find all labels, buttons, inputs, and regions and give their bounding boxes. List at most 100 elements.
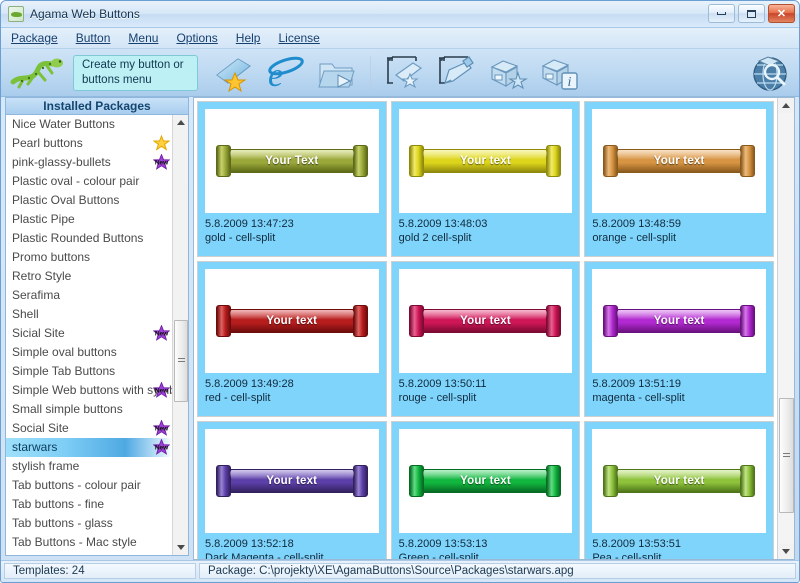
packages-sidebar: Installed Packages Nice Water Buttons Pea… bbox=[1, 97, 193, 560]
sidebar-item-starwars[interactable]: starwars New bbox=[6, 438, 172, 457]
ribbon-button-graphic: Your text bbox=[603, 145, 756, 177]
package-info-icon[interactable]: i bbox=[539, 53, 581, 93]
close-button[interactable]: ✕ bbox=[768, 4, 795, 23]
new-star-icon: New bbox=[152, 153, 171, 171]
lizard-mascot-icon bbox=[9, 54, 67, 92]
ribbon-cap-right bbox=[352, 305, 368, 337]
sidebar-item-tab-buttons-mac-style[interactable]: Tab Buttons - Mac style bbox=[6, 533, 172, 552]
sidebar-item-tab-buttons-neon-nav-bar[interactable]: Tab buttons - Neon Nav Bar bbox=[6, 552, 172, 555]
new-package-icon[interactable] bbox=[487, 53, 529, 93]
ribbon-cap-left bbox=[603, 145, 619, 177]
sidebar-item-pearl-buttons[interactable]: Pearl buttons bbox=[6, 134, 172, 153]
template-name: Green - cell-split bbox=[398, 551, 479, 559]
menu-item-options[interactable]: Options bbox=[172, 29, 231, 47]
ribbon-button-graphic: Your text bbox=[409, 465, 562, 497]
sidebar-item-retro-style[interactable]: Retro Style bbox=[6, 267, 172, 286]
scroll-grip-icon bbox=[178, 358, 185, 364]
sidebar-item-label: Small simple buttons bbox=[12, 402, 123, 416]
template-card[interactable]: Your text 5.8.2009 13:49:28 red - cell-spl… bbox=[197, 261, 387, 417]
sidebar-item-label: Simple Web buttons with symbols bbox=[12, 383, 172, 397]
sidebar-item-label: Plastic Oval Buttons bbox=[12, 193, 120, 207]
sidebar-item-tab-buttons-colour-pair[interactable]: Tab buttons - colour pair bbox=[6, 476, 172, 495]
sidebar-item-promo-buttons[interactable]: Promo buttons bbox=[6, 248, 172, 267]
template-card[interactable]: Your text 5.8.2009 13:53:13 Green - cell-s… bbox=[390, 421, 581, 559]
internet-explorer-preview-icon[interactable]: e bbox=[264, 53, 306, 94]
maximize-button[interactable] bbox=[738, 4, 765, 23]
templates-scroll-down-button[interactable] bbox=[778, 544, 794, 559]
sidebar-item-simple-oval-buttons[interactable]: Simple oval buttons bbox=[6, 343, 172, 362]
template-card[interactable]: Your text 5.8.2009 13:48:03 gold 2 cell-sp… bbox=[390, 101, 581, 257]
ribbon-cap-left bbox=[215, 465, 231, 497]
application-window: Agama Web Buttons ✕ Package Button Menu … bbox=[0, 0, 800, 583]
packages-list-container: Nice Water Buttons Pearl buttons pink-glas… bbox=[5, 114, 189, 556]
template-date: 5.8.2009 13:48:59 bbox=[592, 218, 682, 230]
packages-scroll-down-button[interactable] bbox=[173, 540, 188, 555]
template-card[interactable]: Your Text 5.8.2009 13:47:23 gold - cell-sp… bbox=[197, 101, 387, 257]
ribbon-cap-left bbox=[409, 305, 425, 337]
template-meta: 5.8.2009 13:49:28 red - cell-split bbox=[205, 373, 379, 406]
sidebar-item-small-simple-buttons[interactable]: Small simple buttons bbox=[6, 400, 172, 419]
sidebar-item-social-site[interactable]: Social Site New bbox=[6, 419, 172, 438]
sidebar-item-plastic-oval-colour-pair[interactable]: Plastic oval - colour pair bbox=[6, 172, 172, 191]
templates-scrollbar[interactable] bbox=[777, 98, 794, 559]
template-card[interactable]: Your text 5.8.2009 13:53:51 Pea - cell-spl… bbox=[584, 421, 774, 559]
web-globe-icon[interactable] bbox=[749, 53, 791, 93]
sidebar-item-label: Simple oval buttons bbox=[12, 345, 117, 359]
new-button-icon[interactable] bbox=[212, 53, 254, 93]
template-card[interactable]: Your text 5.8.2009 13:50:11 rouge - cell-s… bbox=[390, 261, 581, 417]
window-controls: ✕ bbox=[708, 4, 795, 23]
template-date: 5.8.2009 13:53:13 bbox=[398, 538, 488, 550]
sidebar-item-stylish-frame[interactable]: stylish frame bbox=[6, 457, 172, 476]
sidebar-item-tab-buttons-glass[interactable]: Tab buttons - glass bbox=[6, 514, 172, 533]
status-bar: Templates: 24 Package: C:\projekty\XE\Ag… bbox=[1, 560, 799, 582]
sidebar-item-sicial-site[interactable]: Sicial Site New bbox=[6, 324, 172, 343]
ribbon-button-graphic: Your text bbox=[603, 305, 756, 337]
template-name: Dark Magenta - cell-split bbox=[205, 551, 324, 559]
packages-scroll-thumb[interactable] bbox=[174, 320, 188, 402]
sidebar-item-nice-water-buttons[interactable]: Nice Water Buttons bbox=[6, 115, 172, 134]
menu-item-menu[interactable]: Menu bbox=[124, 29, 172, 47]
template-date: 5.8.2009 13:48:03 bbox=[398, 218, 488, 230]
template-preview: Your text bbox=[205, 429, 379, 533]
menu-item-button[interactable]: Button bbox=[72, 29, 125, 47]
maximize-icon bbox=[747, 9, 756, 18]
menu-item-help[interactable]: Help bbox=[232, 29, 275, 47]
packages-scroll-up-button[interactable] bbox=[173, 115, 188, 130]
menu-label-menu: Menu bbox=[128, 31, 159, 45]
sidebar-item-label: Tab buttons - fine bbox=[12, 497, 105, 511]
ribbon-button-label: Your text bbox=[653, 315, 705, 327]
templates-scroll-up-button[interactable] bbox=[778, 98, 794, 113]
menu-item-license[interactable]: License bbox=[274, 29, 333, 47]
templates-scroll-thumb[interactable] bbox=[779, 398, 794, 513]
sidebar-item-label: starwars bbox=[12, 440, 58, 454]
new-star-icon: New bbox=[152, 438, 171, 456]
template-date: 5.8.2009 13:47:23 bbox=[205, 218, 294, 230]
ribbon-cap-right bbox=[352, 145, 368, 177]
template-meta: 5.8.2009 13:52:18 Dark Magenta - cell-spl… bbox=[205, 533, 379, 559]
sidebar-item-simple-tab-buttons[interactable]: Simple Tab Buttons bbox=[6, 362, 172, 381]
sidebar-item-serafima[interactable]: Serafima bbox=[6, 286, 172, 305]
new-menu-icon[interactable] bbox=[383, 53, 425, 93]
template-card[interactable]: Your text 5.8.2009 13:52:18 Dark Magenta -… bbox=[197, 421, 387, 559]
sidebar-item-pink-glassy-bullets[interactable]: pink-glassy-bullets New bbox=[6, 153, 172, 172]
template-card[interactable]: Your text 5.8.2009 13:51:19 magenta - cell… bbox=[584, 261, 774, 417]
sidebar-item-simple-web-buttons-with-symbols[interactable]: Simple Web buttons with symbolsNew bbox=[6, 381, 172, 400]
template-card[interactable]: Your text 5.8.2009 13:48:59 orange - cell-… bbox=[584, 101, 774, 257]
ribbon-cap-right bbox=[546, 465, 562, 497]
ribbon-cap-right bbox=[740, 145, 756, 177]
ribbon-cap-left bbox=[409, 145, 425, 177]
sidebar-item-label: Nice Water Buttons bbox=[12, 117, 115, 131]
minimize-button[interactable] bbox=[708, 4, 735, 23]
sidebar-item-plastic-oval-buttons[interactable]: Plastic Oval Buttons bbox=[6, 191, 172, 210]
packages-list[interactable]: Nice Water Buttons Pearl buttons pink-glas… bbox=[6, 115, 172, 555]
edit-button-icon[interactable] bbox=[435, 53, 477, 93]
menu-item-package[interactable]: Package bbox=[7, 29, 72, 47]
ribbon-cap-left bbox=[215, 305, 231, 337]
templates-grid: Your Text 5.8.2009 13:47:23 gold - cell-sp… bbox=[194, 98, 777, 559]
sidebar-item-plastic-rounded-buttons[interactable]: Plastic Rounded Buttons bbox=[6, 229, 172, 248]
sidebar-item-tab-buttons-fine[interactable]: Tab buttons - fine bbox=[6, 495, 172, 514]
packages-scrollbar[interactable] bbox=[172, 115, 188, 555]
sidebar-item-plastic-pipe[interactable]: Plastic Pipe bbox=[6, 210, 172, 229]
folder-open-package-icon[interactable] bbox=[316, 53, 358, 93]
sidebar-item-shell[interactable]: Shell bbox=[6, 305, 172, 324]
